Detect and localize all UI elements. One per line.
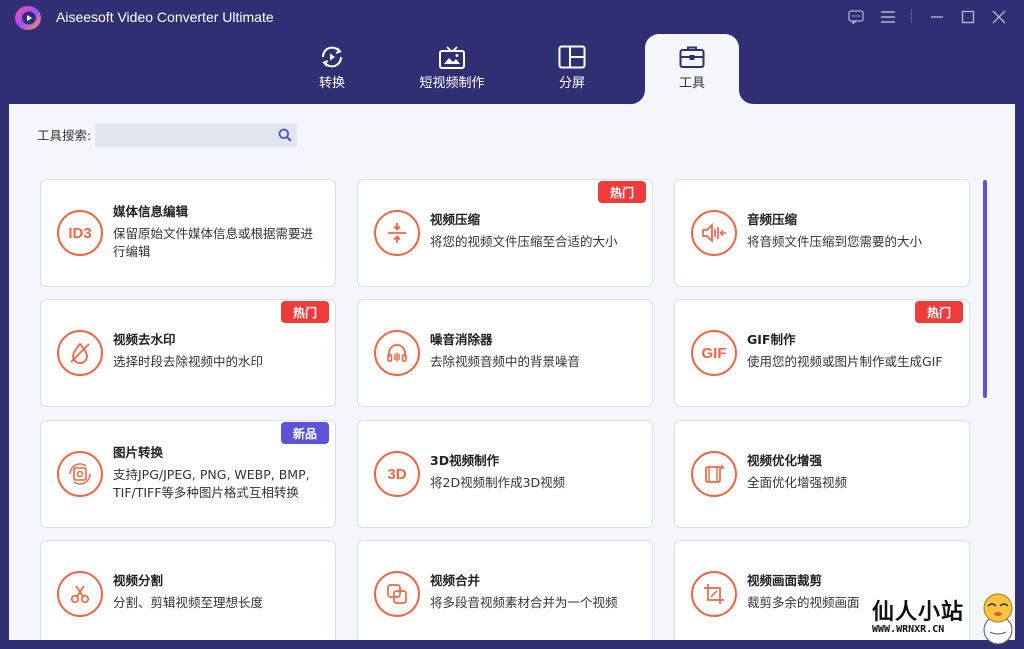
toolbox-panel: 工具搜索: ID3 媒体信息编辑 保留原始文件媒体信息或根据需要进行编辑 视频压… [9,104,1015,640]
scissors-icon [57,571,103,617]
tab-convert[interactable]: 转换 [286,34,378,104]
tool-desc: 选择时段去除视频中的水印 [113,354,264,369]
tool-desc: 将2D视频制作成3D视频 [430,475,566,490]
maximize-button[interactable] [957,6,979,28]
hot-badge: 热门 [281,301,329,323]
tool-title: 视频优化增强 [747,453,823,468]
search-input[interactable] [95,123,275,147]
headphone-icon [374,330,420,376]
site-watermark: 仙人小站 WWW.WRNXR.CN [866,590,1022,648]
tool-card-watermark-remover[interactable]: 视频去水印 选择时段去除视频中的水印 热门 [40,299,336,407]
tab-corner [631,90,645,104]
tool-title: GIF制作 [747,332,796,347]
tool-title: 3D视频制作 [430,453,500,468]
minimize-button[interactable] [926,6,948,28]
mv-icon [438,43,466,71]
tool-desc: 将音频文件压缩到您需要的大小 [747,234,923,249]
tool-desc: 支持JPG/JPEG, PNG, WEBP, BMP, TIF/TIFF等多种图… [113,467,310,500]
scrollbar-thumb[interactable] [983,180,987,398]
tool-desc: 将多段音视频素材合并为一个视频 [430,595,618,610]
chat-icon [848,10,864,24]
search-label: 工具搜索: [37,128,92,143]
3d-icon: 3D [374,451,420,497]
tool-card-video-trimmer[interactable]: 视频分割 分割、剪辑视频至理想长度 [40,540,336,640]
tool-title: 视频去水印 [113,332,176,347]
crop-icon [691,571,737,617]
title-bar: Aiseesoft Video Converter Ultimate [0,0,1024,34]
tool-desc: 全面优化增强视频 [747,475,848,490]
tool-title: 图片转换 [113,445,164,460]
watermark-title: 仙人小站 [872,600,965,625]
tab-collage[interactable]: 分屏 [526,34,618,104]
minimize-icon [931,16,943,18]
app-logo-icon [15,6,41,30]
compress-icon [374,210,420,256]
tool-desc: 去除视频音频中的背景噪音 [430,354,581,369]
menu-icon [881,11,895,23]
tool-title: 视频合并 [430,573,481,588]
merge-icon [374,571,420,617]
tool-card-gif-maker[interactable]: GIF GIF制作 使用您的视频或图片制作或生成GIF 热门 [674,299,970,407]
maximize-icon [961,10,975,24]
new-badge: 新品 [281,422,329,444]
tool-card-noise-remover[interactable]: 噪音消除器 去除视频音频中的背景噪音 [357,299,653,407]
convert-icon [319,43,345,71]
toolbox-icon [679,43,705,71]
tool-card-audio-compress[interactable]: 音频压缩 将音频文件压缩到您需要的大小 [674,179,970,287]
app-title: Aiseesoft Video Converter Ultimate [56,9,274,25]
menu-button[interactable] [877,6,899,28]
tool-desc: 将您的视频文件压缩至合适的大小 [430,234,618,249]
close-button[interactable] [988,6,1010,28]
close-icon [992,10,1006,24]
gif-icon: GIF [691,330,737,376]
tab-label: 工具 [678,76,705,91]
tool-title: 媒体信息编辑 [113,204,189,219]
tool-title: 音频压缩 [747,212,798,227]
tab-toolbox[interactable]: 工具 [645,34,739,104]
watermark-url: WWW.WRNXR.CN [872,624,945,635]
collage-icon [558,43,586,71]
tab-mv[interactable]: 短视频制作 [406,34,498,104]
search-box [95,123,297,147]
hot-badge: 热门 [915,301,963,323]
enhance-icon [691,451,737,497]
tool-card-video-enhancer[interactable]: 视频优化增强 全面优化增强视频 [674,420,970,528]
tab-corner [739,90,753,104]
tool-card-media-info[interactable]: ID3 媒体信息编辑 保留原始文件媒体信息或根据需要进行编辑 [40,179,336,287]
hot-badge: 热门 [598,181,646,203]
tool-title: 视频压缩 [430,212,481,227]
watermark-remove-icon [57,330,103,376]
tab-label: 分屏 [558,76,585,91]
tab-label: 转换 [318,76,345,91]
feedback-button[interactable] [845,6,867,28]
id3-icon: ID3 [57,210,103,256]
mascot-icon [983,593,1013,645]
tool-desc: 保留原始文件媒体信息或根据需要进行编辑 [113,226,314,259]
search-icon[interactable] [278,128,292,142]
tool-desc: 使用您的视频或图片制作或生成GIF [747,354,943,369]
tool-title: 噪音消除器 [430,332,493,347]
image-convert-icon [57,451,103,497]
tool-card-image-converter[interactable]: 图片转换 支持JPG/JPEG, PNG, WEBP, BMP, TIF/TIF… [40,420,336,528]
tool-card-video-merger[interactable]: 视频合并 将多段音视频素材合并为一个视频 [357,540,653,640]
tool-card-video-compress[interactable]: 视频压缩 将您的视频文件压缩至合适的大小 热门 [357,179,653,287]
audio-compress-icon [691,210,737,256]
tab-label: 短视频制作 [419,76,485,91]
tool-desc: 分割、剪辑视频至理想长度 [113,595,264,610]
tool-title: 视频分割 [113,573,164,588]
tool-title: 视频画面裁剪 [747,573,823,588]
title-separator [911,9,912,23]
tool-card-3d-maker[interactable]: 3D 3D视频制作 将2D视频制作成3D视频 [357,420,653,528]
